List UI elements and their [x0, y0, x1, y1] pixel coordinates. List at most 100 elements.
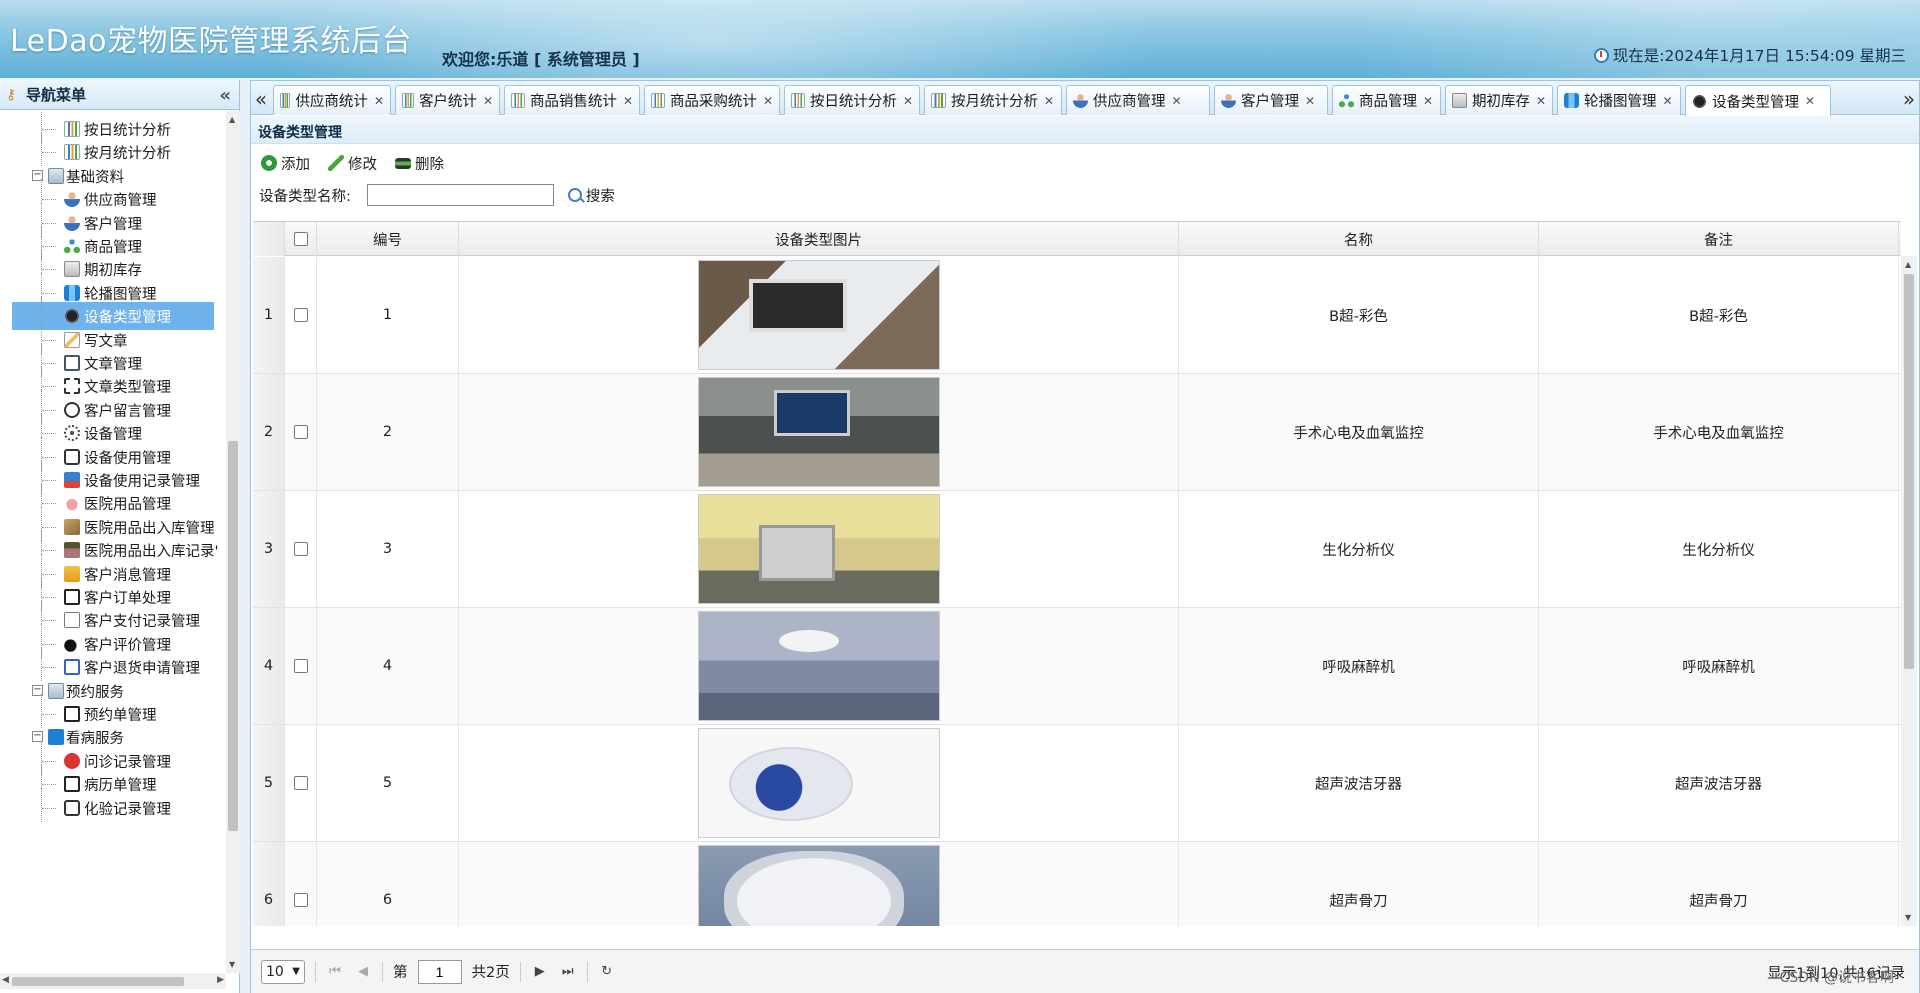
- tab[interactable]: 按月统计分析 ✕: [924, 85, 1062, 115]
- cell-remark: 手术心电及血氧监控: [1539, 374, 1899, 490]
- sidebar-item-label: 设备使用管理: [84, 450, 171, 467]
- scrollbar-thumb[interactable]: [228, 441, 238, 831]
- close-icon[interactable]: ✕: [1044, 94, 1054, 108]
- header-id[interactable]: 编号: [317, 222, 459, 256]
- tab[interactable]: 供应商统计 ✕: [273, 85, 391, 115]
- welcome-text: 欢迎您:乐道 [ 系统管理员 ]: [442, 50, 640, 69]
- tab-label: 轮播图管理: [1584, 94, 1657, 110]
- last-page-icon[interactable]: ⏭: [559, 964, 577, 979]
- header-remark[interactable]: 备注: [1539, 222, 1899, 256]
- close-icon[interactable]: ✕: [763, 94, 773, 108]
- table-row[interactable]: 2 2 手术心电及血氧监控 手术心电及血氧监控: [253, 374, 1901, 491]
- tree-guide-line: [42, 526, 56, 528]
- chart-icon: [64, 121, 80, 137]
- row-select: [285, 257, 317, 373]
- scroll-left-icon[interactable]: ◀: [2, 975, 9, 985]
- scroll-up-icon[interactable]: ▲: [1905, 260, 1911, 269]
- close-icon[interactable]: ✕: [1663, 94, 1673, 108]
- search-button[interactable]: 搜索: [567, 185, 615, 206]
- close-icon[interactable]: ✕: [1305, 94, 1315, 108]
- row-checkbox[interactable]: [293, 659, 308, 673]
- edit-button[interactable]: 修改: [328, 151, 377, 175]
- prev-page-icon[interactable]: ◀: [354, 964, 372, 979]
- tab-bar: « » 供应商统计 ✕ 客户统计 ✕ 商品销售统计 ✕ 商品采购统计 ✕ 按日统计分析 ✕ 按月统计…: [251, 81, 1919, 116]
- chip-icon: [1692, 93, 1707, 109]
- sidebar-vertical-scrollbar[interactable]: ▲ ▼: [226, 111, 240, 973]
- tab[interactable]: 轮播图管理 ✕: [1557, 85, 1681, 115]
- select-all-checkbox[interactable]: [293, 232, 308, 246]
- header-image[interactable]: 设备类型图片: [459, 222, 1179, 256]
- tab[interactable]: 商品管理 ✕: [1332, 85, 1441, 115]
- tab-label: 商品管理: [1359, 94, 1417, 110]
- search-input[interactable]: [366, 184, 554, 206]
- add-button[interactable]: 添加: [261, 151, 310, 175]
- close-icon[interactable]: ✕: [1172, 94, 1182, 108]
- tab[interactable]: 商品采购统计 ✕: [644, 85, 780, 115]
- tab-label: 客户统计: [418, 94, 477, 110]
- tab[interactable]: 客户统计 ✕: [395, 85, 500, 115]
- close-icon[interactable]: ✕: [374, 94, 384, 108]
- app-title: LeDao宠物医院管理系统后台: [10, 24, 412, 59]
- scroll-down-icon[interactable]: ▼: [1905, 913, 1911, 922]
- tab[interactable]: 期初库存 ✕: [1445, 85, 1553, 115]
- chip-icon: [64, 308, 80, 325]
- collapse-sidebar-icon[interactable]: «: [219, 85, 231, 106]
- row-checkbox[interactable]: [293, 893, 308, 907]
- tree-guide-line: [42, 269, 56, 271]
- row-checkbox[interactable]: [293, 542, 308, 556]
- tab-label: 按月统计分析: [951, 94, 1038, 110]
- tab[interactable]: 按日统计分析 ✕: [784, 85, 920, 115]
- bubble-icon: [64, 401, 80, 418]
- table-row[interactable]: 1 1 B超-彩色 B超-彩色: [253, 257, 1901, 374]
- sidebar-item[interactable]: 化验记录管理: [12, 787, 214, 822]
- row-checkbox[interactable]: [293, 776, 308, 790]
- table-row[interactable]: 4 4 呼吸麻醉机 呼吸麻醉机: [253, 608, 1901, 725]
- scrollbar-thumb[interactable]: [1904, 274, 1914, 669]
- page-number-input[interactable]: [417, 959, 462, 984]
- tree-guide-line: [42, 643, 56, 645]
- row-number: 1: [253, 257, 285, 373]
- tab[interactable]: 客户管理 ✕: [1214, 85, 1328, 115]
- scroll-right-icon[interactable]: ▶: [217, 975, 224, 985]
- tab-scroll-left-icon[interactable]: «: [253, 87, 269, 111]
- table-row[interactable]: 6 6 超声骨刀 超声骨刀: [253, 842, 1901, 926]
- flask-icon: [64, 799, 80, 816]
- scrollbar-thumb[interactable]: [12, 977, 184, 986]
- sidebar: ⚷ 导航菜单 « 按日统计分析 按月统计分析 − 基础资料 供应商管理 客户管理 商品管理期…: [0, 80, 240, 993]
- tree-guide-line: [42, 316, 56, 318]
- scroll-up-icon[interactable]: ▲: [229, 115, 235, 124]
- first-page-icon[interactable]: ⏮: [326, 964, 344, 979]
- row-checkbox[interactable]: [293, 308, 308, 322]
- clock-text: 现在是:2024年1月17日 15:54:09 星期三: [1612, 47, 1906, 65]
- grid-vertical-scrollbar[interactable]: ▲ ▼: [1901, 256, 1917, 926]
- header-name[interactable]: 名称: [1179, 222, 1539, 256]
- panel-title: 设备类型管理: [251, 116, 1919, 144]
- tab[interactable]: 供应商管理 ✕: [1066, 85, 1210, 115]
- refresh-icon[interactable]: ↻: [598, 964, 616, 979]
- close-icon[interactable]: ✕: [623, 94, 633, 108]
- table-row[interactable]: 3 3 生化分析仪 生化分析仪: [253, 491, 1901, 608]
- tab-scroll-right-icon[interactable]: »: [1901, 87, 1917, 111]
- chevron-down-icon: ▼: [292, 966, 300, 977]
- table-row[interactable]: 5 5 超声波洁牙器 超声波洁牙器: [253, 725, 1901, 842]
- tab[interactable]: 商品销售统计 ✕: [504, 85, 640, 115]
- header-select-all: [285, 222, 317, 256]
- tab[interactable]: 设备类型管理 ✕: [1685, 85, 1831, 116]
- next-page-icon[interactable]: ▶: [531, 964, 549, 979]
- sidebar-horizontal-scrollbar[interactable]: ◀ ▶: [0, 973, 226, 989]
- close-icon[interactable]: ✕: [483, 94, 493, 108]
- close-icon[interactable]: ✕: [1805, 94, 1815, 108]
- grid-icon: [64, 659, 80, 676]
- page-size-select[interactable]: 10 ▼: [261, 959, 305, 984]
- cell-image: [459, 374, 1179, 490]
- tree-guide-line: [42, 456, 56, 458]
- tree-guide-line: [42, 480, 56, 481]
- scroll-down-icon[interactable]: ▼: [229, 960, 235, 969]
- close-icon[interactable]: ✕: [1536, 94, 1546, 108]
- close-icon[interactable]: ✕: [903, 94, 913, 108]
- delete-button[interactable]: 删除: [395, 151, 444, 175]
- user-icon: [64, 214, 80, 231]
- row-checkbox[interactable]: [293, 425, 308, 439]
- close-icon[interactable]: ✕: [1423, 94, 1433, 108]
- sidebar-item-label: 病历单管理: [84, 778, 157, 795]
